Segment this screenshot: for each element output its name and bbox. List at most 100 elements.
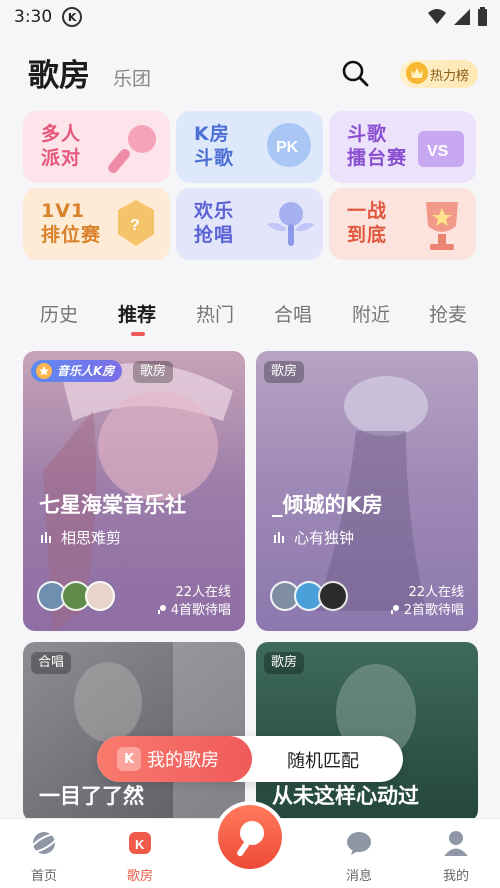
nav-home-label: 首页 [30,869,57,884]
tile-label-2: 擂台赛 [347,147,408,169]
tile-battle-to-end[interactable]: 一战 到底 [329,188,476,260]
tile-k-battle[interactable]: K房 斗歌 PK [176,111,323,183]
k-room-icon: K [117,747,141,771]
tab-grab-mic[interactable]: 抢麦 [429,300,467,327]
svg-text:VS: VS [427,143,449,160]
tab-history[interactable]: 历史 [40,300,78,327]
random-match-button[interactable]: 随机匹配 [287,747,359,773]
now-playing: 相思难剪 [41,527,121,548]
svg-text:PK: PK [276,139,299,156]
k-app-badge-icon: K [62,7,83,27]
tile-label-1: 多人 [41,123,82,145]
status-icons [427,7,488,27]
songs-queued-label: 2首歌待唱 [403,603,464,618]
tile-label-2: 到底 [347,224,388,246]
page-title[interactable]: 歌房 [28,50,90,95]
chat-bubble-icon [347,832,371,855]
my-room-button[interactable]: K 我的歌房 [97,736,252,782]
pk-icon: PK [267,123,311,167]
room-name: 从未这样心动过 [272,784,419,808]
trophy-cup-icon [426,202,458,250]
nav-rooms-label: 歌房 [126,869,153,884]
tile-label-1: 欢乐 [194,200,235,222]
microphone-icon [237,821,264,857]
room-card[interactable]: 合唱 一目了了然 [23,642,245,822]
room-type-tag: 歌房 [264,652,305,674]
nav-me-label: 我的 [442,869,469,884]
now-playing: 心有独钟 [274,527,354,548]
planet-icon [29,832,59,854]
avatar [85,581,115,611]
room-card[interactable]: 歌房 从未这样心动过 [256,642,478,822]
trophy-icon [406,62,428,84]
musician-room-badge: 音乐人K房 [31,360,123,382]
room-type-tag: 歌房 [133,361,174,383]
room-name: _倾城的K房 [272,493,383,517]
status-bar: 3:30 K [0,0,500,34]
category-tabs: 历史 推荐 热门 合唱 附近 抢麦 [0,296,500,336]
room-card[interactable]: 音乐人K房 歌房 七星海棠音乐社 相思难剪 22人在线 4首歌待唱 [23,351,245,631]
k-room-nav-icon: K [129,832,151,854]
active-tab-indicator [131,332,145,336]
nav-home[interactable]: 首页 [14,829,74,884]
hot-ranking-label: 热力榜 [430,68,470,84]
tile-party[interactable]: 多人 派对 [23,111,170,183]
nav-messages[interactable]: 消息 [329,829,389,884]
tile-arena[interactable]: 斗歌 擂台赛 VS [329,111,476,183]
room-type-tag: 合唱 [31,652,72,674]
tile-label-2: 斗歌 [194,147,235,169]
mic-small-icon [157,605,166,614]
tab-recommend[interactable]: 推荐 [118,300,156,327]
audio-bars-icon [274,531,284,543]
tab-hot[interactable]: 热门 [196,300,234,327]
tv-vs-icon: VS [418,131,464,167]
my-room-label: 我的歌房 [147,750,219,771]
tile-label-1: 斗歌 [347,123,388,145]
online-count: 22人在线 [408,585,464,600]
star-icon [36,363,52,379]
tab-chorus[interactable]: 合唱 [274,300,312,327]
tile-label-2: 排位赛 [41,224,102,246]
user-icon [444,831,468,856]
svg-text:?: ? [130,217,140,234]
bottom-nav: 首页 K 歌房 消息 我的 [0,801,500,888]
search-icon[interactable] [340,58,370,88]
avatar [318,581,348,611]
song-title: 相思难剪 [61,529,122,547]
room-name: 七星海棠音乐社 [39,493,186,517]
song-title: 心有独钟 [294,529,355,547]
microphone-icon [108,125,156,173]
status-time: 3:30 [14,7,53,27]
tile-ranked[interactable]: 1V1 排位赛 ? [23,188,170,260]
room-name: 一目了了然 [39,784,144,808]
svg-text:K: K [135,837,145,852]
tile-label-1: 1V1 [41,200,86,222]
tile-label-1: 一战 [347,200,388,222]
nav-rooms[interactable]: K 歌房 [110,829,170,884]
songs-queued: 4首歌待唱 [157,599,231,618]
nav-me[interactable]: 我的 [426,829,486,884]
room-card[interactable]: 歌房 _倾城的K房 心有独钟 22人在线 2首歌待唱 [256,351,478,631]
hot-ranking-button[interactable]: 热力榜 [400,60,478,88]
mic-small-icon [390,605,399,614]
sing-button[interactable] [214,801,286,873]
header: 歌房 乐团 热力榜 [0,48,500,98]
tile-label-2: 抢唱 [194,224,235,246]
songs-queued-label: 4首歌待唱 [170,603,231,618]
musician-room-label: 音乐人K房 [57,364,115,378]
tile-grab-sing[interactable]: 欢乐 抢唱 [176,188,323,260]
battery-icon [478,7,487,26]
online-count: 22人在线 [175,585,231,600]
winged-mic-icon [267,202,315,246]
room-type-tag: 歌房 [264,361,305,383]
tab-nearby[interactable]: 附近 [352,300,390,327]
badge-icon: ? [118,200,154,246]
tile-label-1: K房 [194,123,230,145]
wifi-icon [428,9,446,24]
tab-band[interactable]: 乐团 [113,64,151,91]
songs-queued: 2首歌待唱 [390,599,464,618]
signal-icon [454,9,470,25]
tile-label-2: 派对 [41,147,82,169]
room-action-pill: K 我的歌房 随机匹配 [97,736,403,782]
audio-bars-icon [41,531,51,543]
